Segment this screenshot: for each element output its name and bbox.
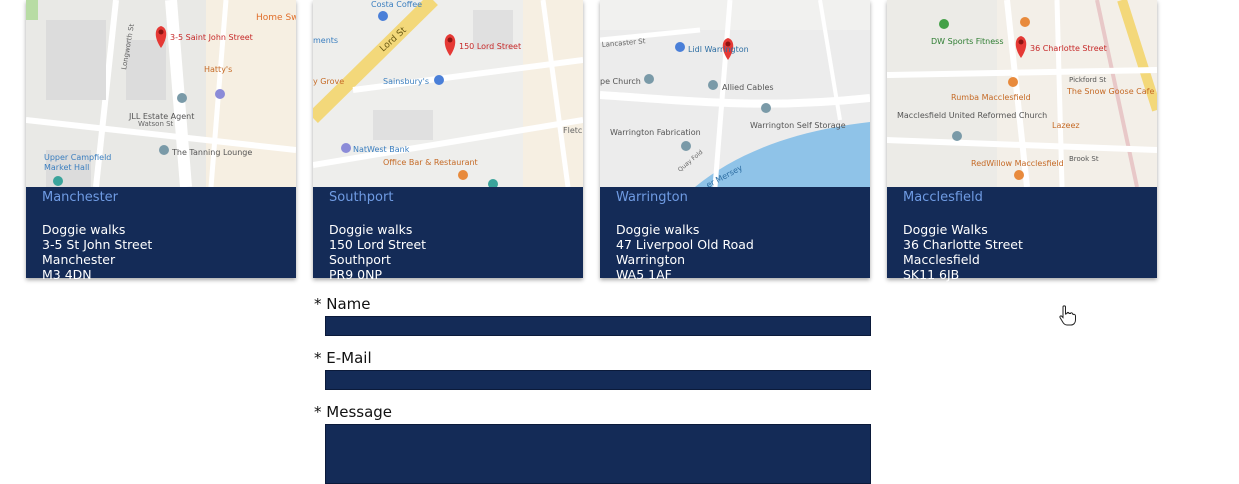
map-manchester[interactable]: Watson St Longworth St Home Swe Hatty's … — [26, 0, 296, 187]
map-poi-icon — [681, 141, 691, 151]
map-poi-label: Sainsbury's — [383, 77, 429, 86]
map-poi-label: JLL Estate Agent — [128, 112, 194, 121]
map-poi-icon — [761, 103, 771, 113]
location-city[interactable]: Southport — [329, 187, 567, 220]
address-street: 3-5 St John Street — [42, 237, 153, 252]
map-poi-label: The Snow Goose Cafe Bar — [1066, 87, 1157, 96]
map-poi-icon — [159, 145, 169, 155]
address-town: Manchester — [42, 252, 116, 267]
map-poi-icon — [434, 75, 444, 85]
address-town: Southport — [329, 252, 391, 267]
map-poi-label: RedWillow Macclesfield — [971, 159, 1064, 168]
map-poi-icon — [952, 131, 962, 141]
map-poi-icon — [341, 143, 351, 153]
map-pin-label: 150 Lord Street — [459, 42, 521, 51]
map-poi-label: The Tanning Lounge — [171, 148, 252, 157]
map-macclesfield[interactable]: Pickford St Brook St DW Sports Fitness R… — [887, 0, 1157, 187]
location-info: Macclesfield Doggie Walks 36 Charlotte S… — [887, 187, 1157, 282]
map-poi-label: NatWest Bank — [353, 145, 410, 154]
address-postcode: SK11 6JB — [903, 267, 960, 282]
name-field[interactable] — [325, 316, 871, 336]
address-postcode: WA5 1AF — [616, 267, 672, 282]
map-poi-icon — [378, 11, 388, 21]
map-poi-icon — [1008, 77, 1018, 87]
location-cards: Watson St Longworth St Home Swe Hatty's … — [26, 0, 1157, 282]
address-business-name: Doggie walks — [42, 222, 126, 237]
location-card-southport: Lord St Fletc Costa Coffee ments y Grove… — [313, 0, 583, 282]
location-info: Manchester Doggie walks 3-5 St John Stre… — [26, 187, 296, 282]
map-pin-label: Lidl Warrington — [688, 45, 749, 54]
map-poi-label: Rumba Macclesfield — [951, 93, 1031, 102]
map-poi-icon — [177, 93, 187, 103]
location-info: Warrington Doggie walks 47 Liverpool Old… — [600, 187, 870, 282]
map-poi-icon — [458, 170, 468, 180]
map-street-label: Pickford St — [1069, 76, 1107, 84]
address-town: Warrington — [616, 252, 686, 267]
location-card-macclesfield: Pickford St Brook St DW Sports Fitness R… — [887, 0, 1157, 282]
map-street-label: Watson St — [138, 120, 174, 128]
hand-cursor-icon — [1057, 305, 1077, 331]
map-poi-icon — [644, 74, 654, 84]
address-street: 47 Liverpool Old Road — [616, 237, 754, 252]
map-poi-label: Lazeez — [1052, 121, 1080, 130]
map-poi-label: Costa Coffee — [371, 0, 422, 9]
map-poi-label: Warrington Self Storage — [750, 121, 846, 130]
map-pin-label: 36 Charlotte Street — [1030, 44, 1107, 53]
map-poi-label: y Grove — [313, 77, 344, 86]
address-postcode: PR9 0NP — [329, 267, 382, 282]
location-card-manchester: Watson St Longworth St Home Swe Hatty's … — [26, 0, 296, 282]
location-address: Doggie walks 150 Lord Street Southport P… — [329, 222, 567, 282]
map-poi-icon — [53, 176, 63, 186]
map-poi-label: Upper Campfield — [44, 153, 111, 162]
map-southport[interactable]: Lord St Fletc Costa Coffee ments y Grove… — [313, 0, 583, 187]
map-street-label: Fletc — [563, 126, 582, 135]
map-poi-label: Warrington Fabrication — [610, 128, 701, 137]
map-poi-label: Macclesfield United Reformed Church — [897, 111, 1047, 120]
message-label: * Message — [314, 403, 393, 421]
address-street: 36 Charlotte Street — [903, 237, 1023, 252]
map-poi-icon — [708, 80, 718, 90]
map-poi-icon — [939, 19, 949, 29]
email-label: * E-Mail — [314, 349, 372, 367]
location-address: Doggie walks 3-5 St John Street Manchest… — [42, 222, 280, 282]
map-poi-label: Allied Cables — [722, 83, 774, 92]
map-poi-label: DW Sports Fitness — [931, 37, 1004, 46]
address-town: Macclesfield — [903, 252, 980, 267]
map-poi-label: Home Swe — [256, 13, 296, 23]
map-pin-label: 3-5 Saint John Street — [170, 33, 253, 42]
address-business-name: Doggie walks — [616, 222, 700, 237]
map-poi-label: Hatty's — [204, 65, 232, 74]
location-address: Doggie walks 47 Liverpool Old Road Warri… — [616, 222, 854, 282]
map-warrington[interactable]: Lancaster St pe Church Allied Cables War… — [600, 0, 870, 187]
contact-form: * Name * E-Mail * Message — [314, 294, 871, 484]
location-address: Doggie Walks 36 Charlotte Street Maccles… — [903, 222, 1141, 282]
location-city[interactable]: Macclesfield — [903, 187, 1141, 220]
map-poi-icon — [215, 89, 225, 99]
map-poi-icon — [1014, 170, 1024, 180]
map-poi-label: ments — [313, 36, 338, 45]
location-city[interactable]: Manchester — [42, 187, 280, 220]
location-card-warrington: Lancaster St pe Church Allied Cables War… — [600, 0, 870, 282]
map-poi-label: Office Bar & Restaurant — [383, 158, 478, 167]
map-poi-label: pe Church — [600, 77, 641, 86]
name-label: * Name — [314, 295, 371, 313]
address-postcode: M3 4DN — [42, 267, 92, 282]
location-info: Southport Doggie walks 150 Lord Street S… — [313, 187, 583, 282]
email-field[interactable] — [325, 370, 871, 390]
message-field[interactable] — [325, 424, 871, 484]
map-poi-label: Market Hall — [44, 163, 89, 172]
location-city[interactable]: Warrington — [616, 187, 854, 220]
map-poi-icon — [1020, 17, 1030, 27]
address-street: 150 Lord Street — [329, 237, 427, 252]
address-business-name: Doggie walks — [329, 222, 413, 237]
map-street-label: Brook St — [1069, 155, 1099, 163]
map-poi-icon — [675, 42, 685, 52]
address-business-name: Doggie Walks — [903, 222, 988, 237]
